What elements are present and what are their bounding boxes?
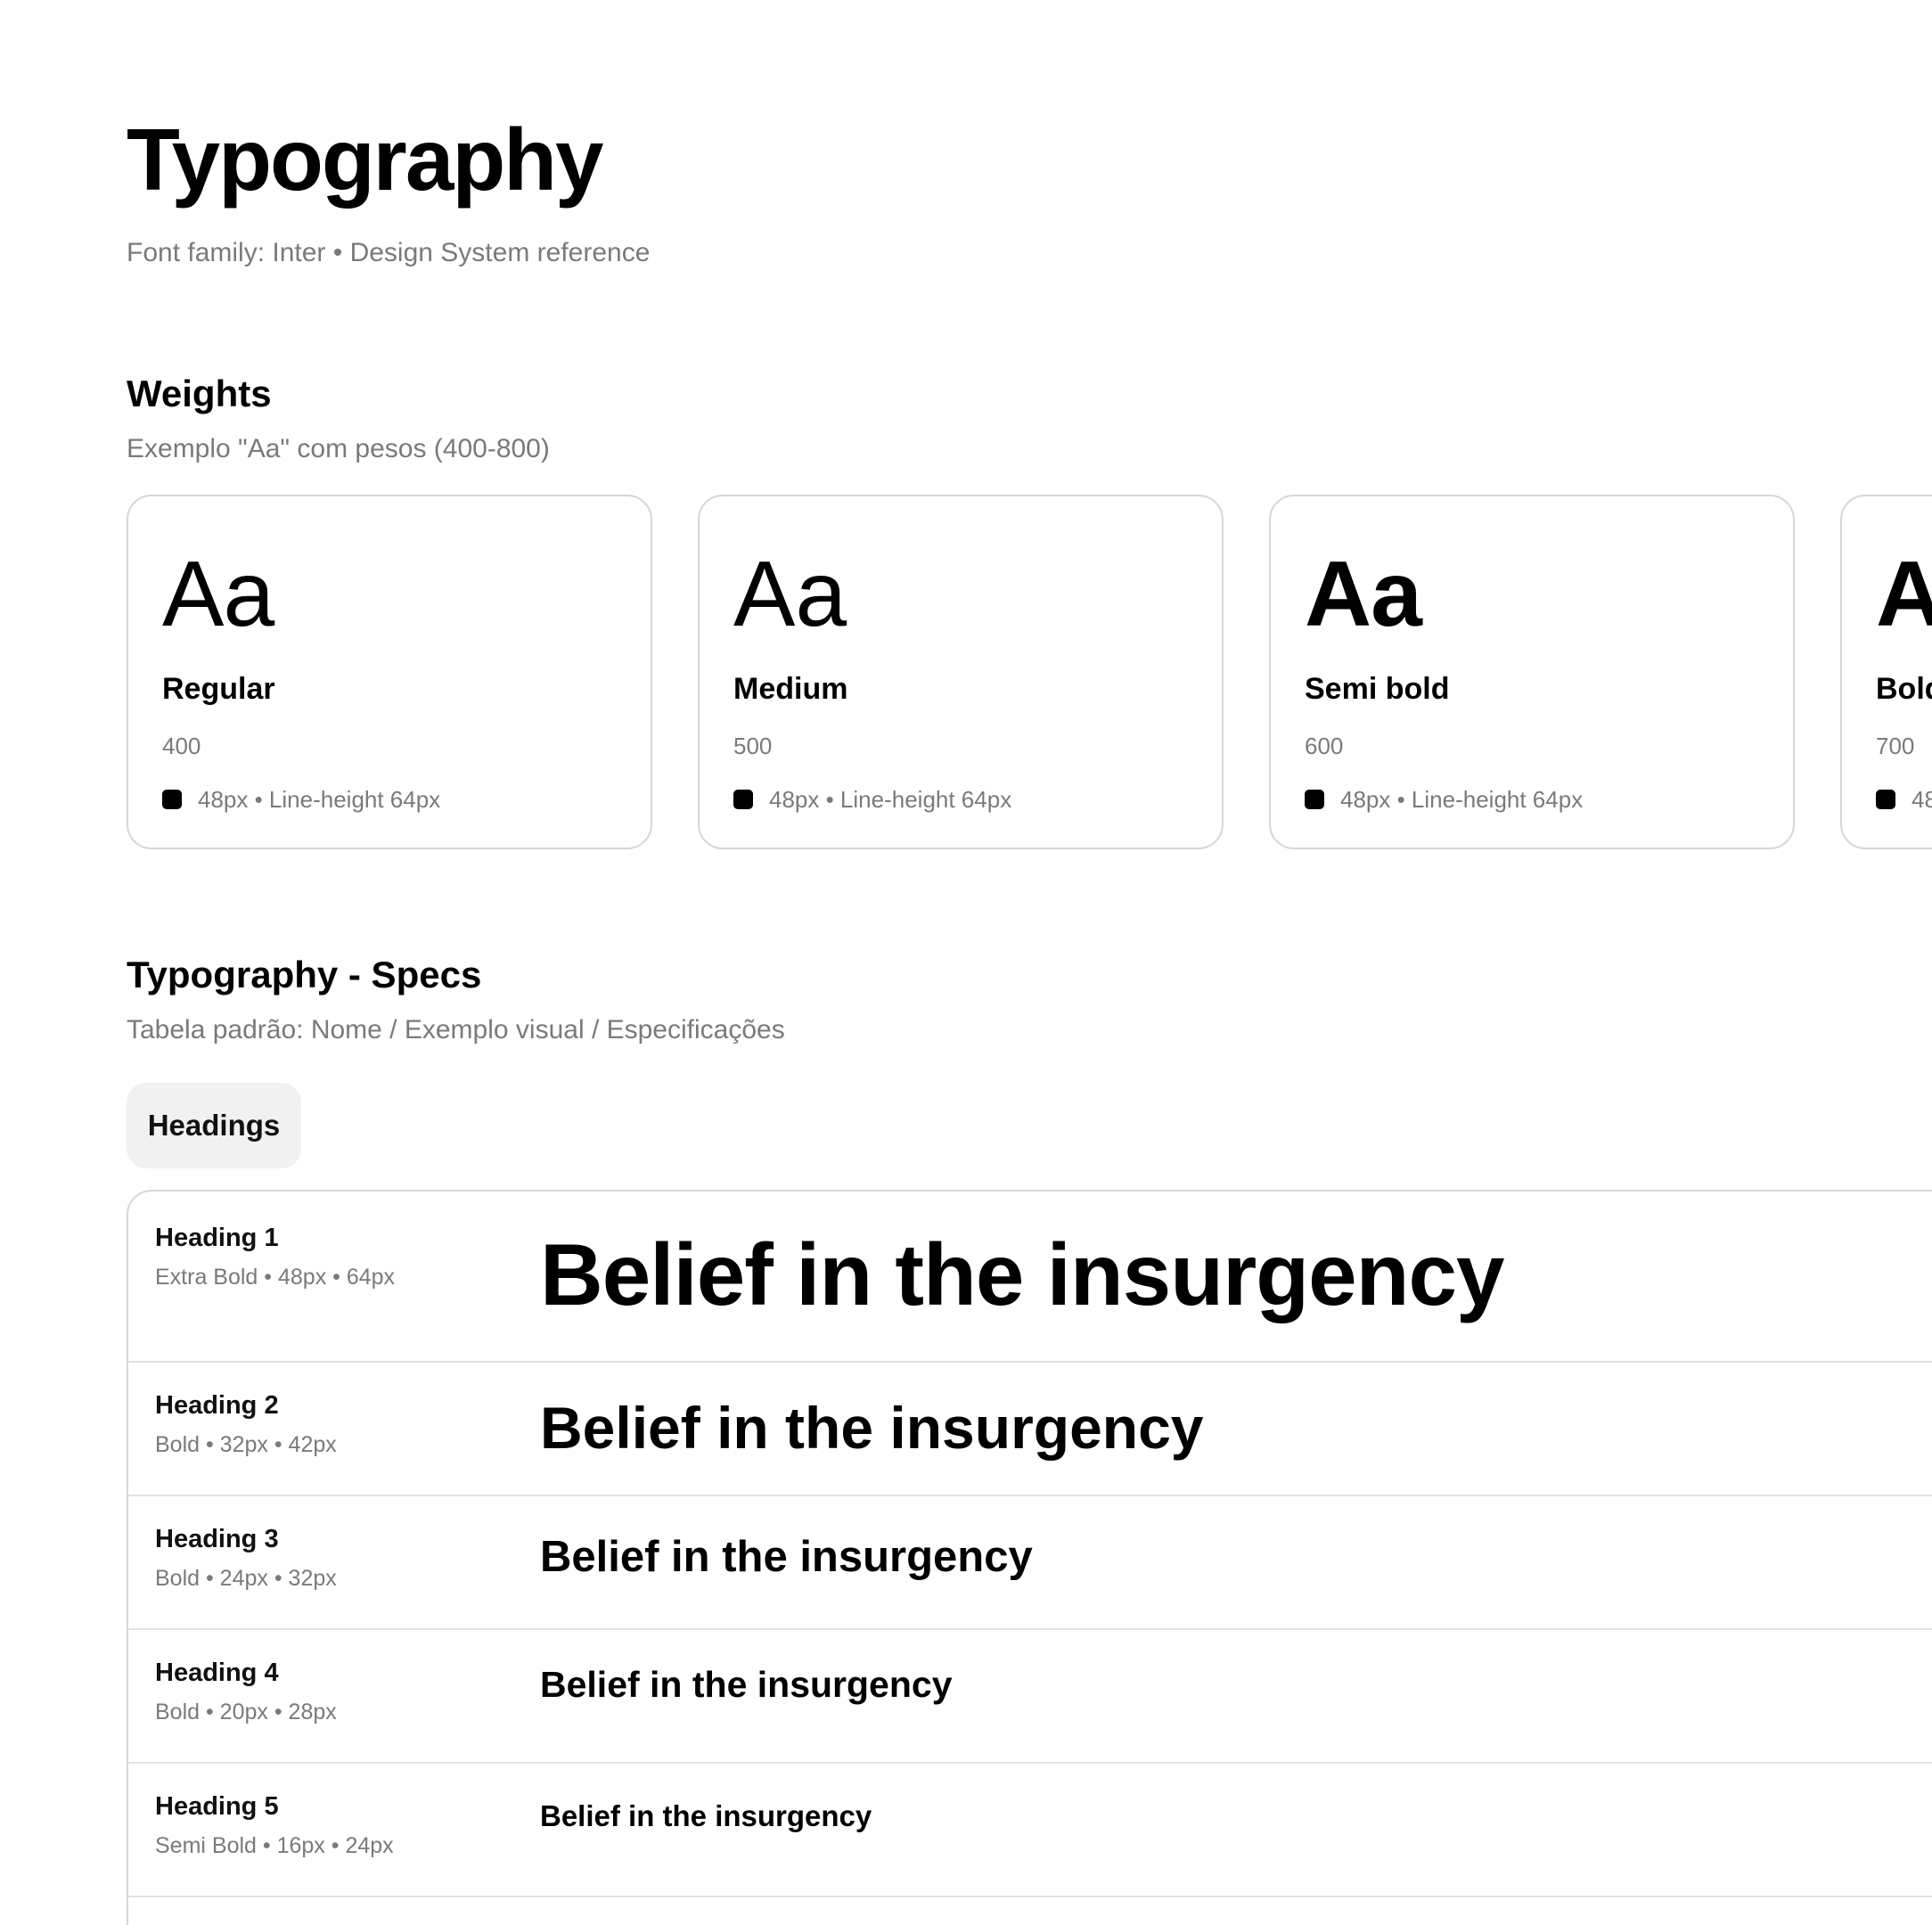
- spec-details: Extra Bold • 48px • 64px: [155, 1265, 396, 1290]
- color-swatch-icon: [162, 790, 182, 809]
- specs-section-title: Typography - Specs: [127, 954, 482, 995]
- color-swatch-icon: [733, 790, 753, 809]
- page-subtitle: Font family: Inter • Design System refer…: [127, 238, 651, 267]
- table-row: Heading 3 Bold • 24px • 32px Belief in t…: [128, 1496, 1932, 1630]
- color-swatch-icon: [1305, 790, 1324, 809]
- weight-spec: 48px • Line-height 64px: [733, 785, 1011, 814]
- weight-value: 500: [733, 733, 773, 759]
- weight-card-bold: Aa Bold 700 48px • Line-height 64px: [1840, 495, 1932, 849]
- weight-spec: 48px • Line-height 64px: [162, 785, 440, 814]
- weight-card-regular: Aa Regular 400 48px • Line-height 64px: [127, 495, 652, 849]
- weights-section-subtitle: Exemplo "Aa" com pesos (400-800): [127, 434, 550, 463]
- table-row: Heading 2 Bold • 32px • 42px Belief in t…: [128, 1363, 1932, 1496]
- specs-section-subtitle: Tabela padrão: Nome / Exemplo visual / E…: [127, 1015, 785, 1044]
- weight-card-medium: Aa Medium 500 48px • Line-height 64px: [698, 495, 1224, 849]
- weight-value: 400: [162, 733, 201, 759]
- specs-table: Heading 1 Extra Bold • 48px • 64px Belie…: [127, 1190, 1932, 1925]
- spec-name: Heading 2: [155, 1391, 279, 1420]
- spec-details: Bold • 24px • 32px: [155, 1566, 337, 1591]
- spec-name: Heading 4: [155, 1659, 279, 1687]
- tab-headings[interactable]: Headings: [127, 1083, 301, 1168]
- table-row: Heading 4 Bold • 20px • 28px Belief in t…: [128, 1630, 1932, 1764]
- weights-section-title: Weights: [127, 373, 272, 414]
- spec-sample: Belief in the insurgency: [540, 1799, 872, 1832]
- weight-card-semibold: Aa Semi bold 600 48px • Line-height 64px: [1269, 495, 1795, 849]
- weight-spec: 48px • Line-height 64px: [1305, 785, 1583, 814]
- spec-sample: Belief in the insurgency: [540, 1225, 1504, 1323]
- spec-name: Heading 3: [155, 1525, 279, 1553]
- table-row: Heading 1 Extra Bold • 48px • 64px Belie…: [128, 1192, 1932, 1363]
- spec-sample: Belief in the insurgency: [540, 1664, 953, 1705]
- weight-spec: 48px • Line-height 64px: [1876, 785, 1932, 814]
- weight-name: Bold: [1876, 672, 1932, 706]
- table-row: Heading 5 Semi Bold • 16px • 24px Belief…: [128, 1764, 1932, 1897]
- weight-spec-text: 48px • Line-height 64px: [198, 785, 441, 813]
- spec-sample: Belief in the insurgency: [540, 1533, 1033, 1581]
- spec-name: Heading 5: [155, 1792, 279, 1821]
- weight-name: Medium: [733, 672, 848, 706]
- spec-details: Bold • 32px • 42px: [155, 1432, 337, 1457]
- spec-details: Bold • 20px • 28px: [155, 1700, 337, 1724]
- weights-cards: Aa Regular 400 48px • Line-height 64px A…: [127, 495, 1932, 851]
- weight-value: 600: [1305, 733, 1344, 759]
- page-title: Typography: [127, 111, 604, 209]
- weight-sample: Aa: [1305, 543, 1422, 646]
- weight-name: Semi bold: [1305, 672, 1450, 706]
- spec-name: Heading 1: [155, 1224, 279, 1252]
- weight-spec-text: 48px • Line-height 64px: [1912, 785, 1932, 813]
- weight-spec-text: 48px • Line-height 64px: [1340, 785, 1584, 813]
- weight-sample: Aa: [733, 543, 847, 646]
- weight-spec-text: 48px • Line-height 64px: [769, 785, 1012, 813]
- weight-sample: Aa: [162, 543, 274, 646]
- weight-name: Regular: [162, 672, 275, 706]
- color-swatch-icon: [1876, 790, 1895, 809]
- spec-sample: Belief in the insurgency: [540, 1395, 1204, 1461]
- weight-sample: Aa: [1876, 543, 1932, 646]
- spec-details: Semi Bold • 16px • 24px: [155, 1833, 394, 1858]
- typography-page: Typography Font family: Inter • Design S…: [0, 0, 1932, 1925]
- weight-value: 700: [1876, 733, 1915, 759]
